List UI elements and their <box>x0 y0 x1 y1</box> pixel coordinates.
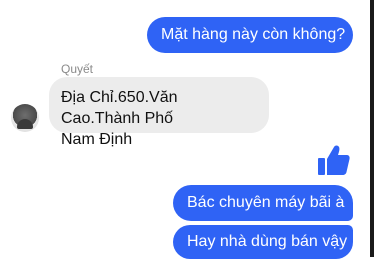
message-text-line: Nam Định <box>61 131 133 148</box>
message-text-line: Địa Chỉ.650.Văn Cao.Thành Phố <box>61 89 178 127</box>
thumbs-up-icon[interactable] <box>318 143 350 177</box>
outgoing-message[interactable]: Hay nhà dùng bán vậy <box>173 225 353 259</box>
outgoing-message[interactable]: Mặt hàng này còn không? <box>147 17 353 53</box>
sender-name: Quyết <box>61 62 94 76</box>
message-text: Hay nhà dùng bán vậy <box>187 233 348 250</box>
avatar[interactable] <box>11 104 39 132</box>
window-edge <box>370 0 374 257</box>
message-text: Bác chuyên máy bãi à <box>187 194 345 211</box>
chat-thread: Mặt hàng này còn không? Quyết Địa Chỉ.65… <box>0 0 374 259</box>
outgoing-message[interactable]: Bác chuyên máy bãi à <box>173 185 353 221</box>
incoming-message[interactable]: Địa Chỉ.650.Văn Cao.Thành Phố Nam Định <box>49 77 269 148</box>
message-text: Mặt hàng này còn không? <box>161 26 346 43</box>
